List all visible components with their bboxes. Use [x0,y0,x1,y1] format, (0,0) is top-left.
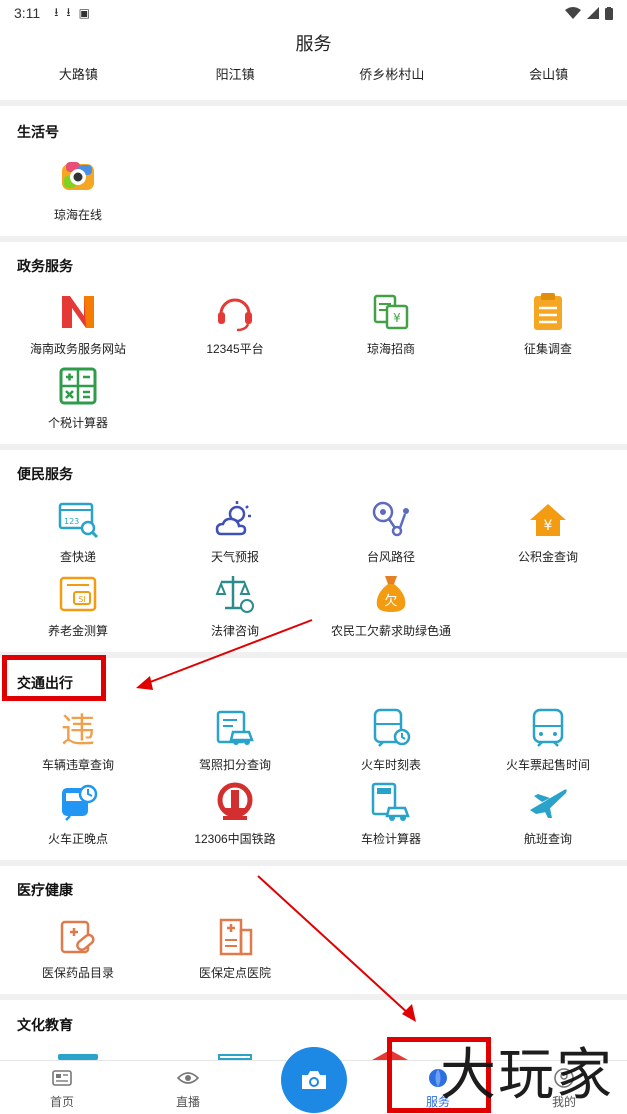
watermark-logo: 大玩家 [440,1043,614,1108]
newspaper-icon [52,1070,72,1086]
annotation-arrows [136,619,416,1022]
annotation-arrow-line [257,875,411,1016]
nav-live[interactable]: 直播 [128,1067,248,1110]
camera-button[interactable] [281,1047,347,1113]
annotation-arrow-head [136,676,153,690]
nav-home[interactable]: 首页 [2,1067,122,1110]
annotation-arrow-head [402,1004,416,1022]
nav-live-label: 直播 [175,1095,200,1109]
nav-home-label: 首页 [49,1095,74,1109]
eye-icon [177,1072,199,1084]
camera-icon [302,1071,326,1089]
annotation-arrow-line [144,619,313,685]
